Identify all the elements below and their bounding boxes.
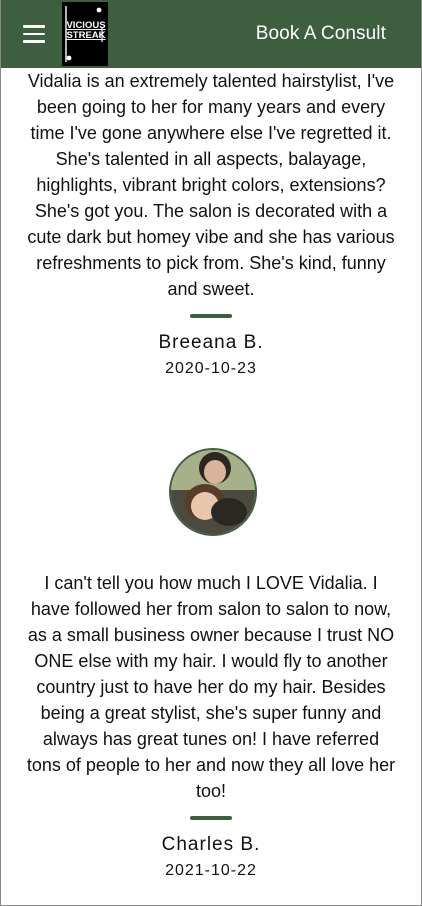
hamburger-menu-icon[interactable] (23, 25, 45, 43)
review-card: Vidalia is an extremely talented hairsty… (1, 68, 421, 378)
page: VICIOUS STREAK Book A Consult Vidalia is… (0, 0, 422, 906)
reviewer-name: Charles B. (161, 834, 261, 855)
book-consult-link[interactable]: Book A Consult (256, 23, 386, 45)
review-divider (190, 816, 232, 820)
reviewer-name: Breeana B. (158, 332, 264, 353)
logo-text-line2: STREAK (66, 30, 105, 41)
review-card: I can't tell you how much I LOVE Vidalia… (1, 570, 421, 880)
review-date: 2020-10-23 (165, 360, 257, 377)
review-text: Vidalia is an extremely talented hairsty… (27, 71, 395, 299)
avatar-photo (171, 450, 255, 534)
review-text: I can't tell you how much I LOVE Vidalia… (26, 573, 396, 801)
review-date: 2021-10-22 (165, 862, 257, 879)
review-divider (190, 314, 232, 318)
top-nav-bar: VICIOUS STREAK Book A Consult (1, 0, 421, 68)
vicious-streak-logo[interactable]: VICIOUS STREAK (62, 2, 108, 66)
reviewer-avatar (169, 448, 257, 536)
